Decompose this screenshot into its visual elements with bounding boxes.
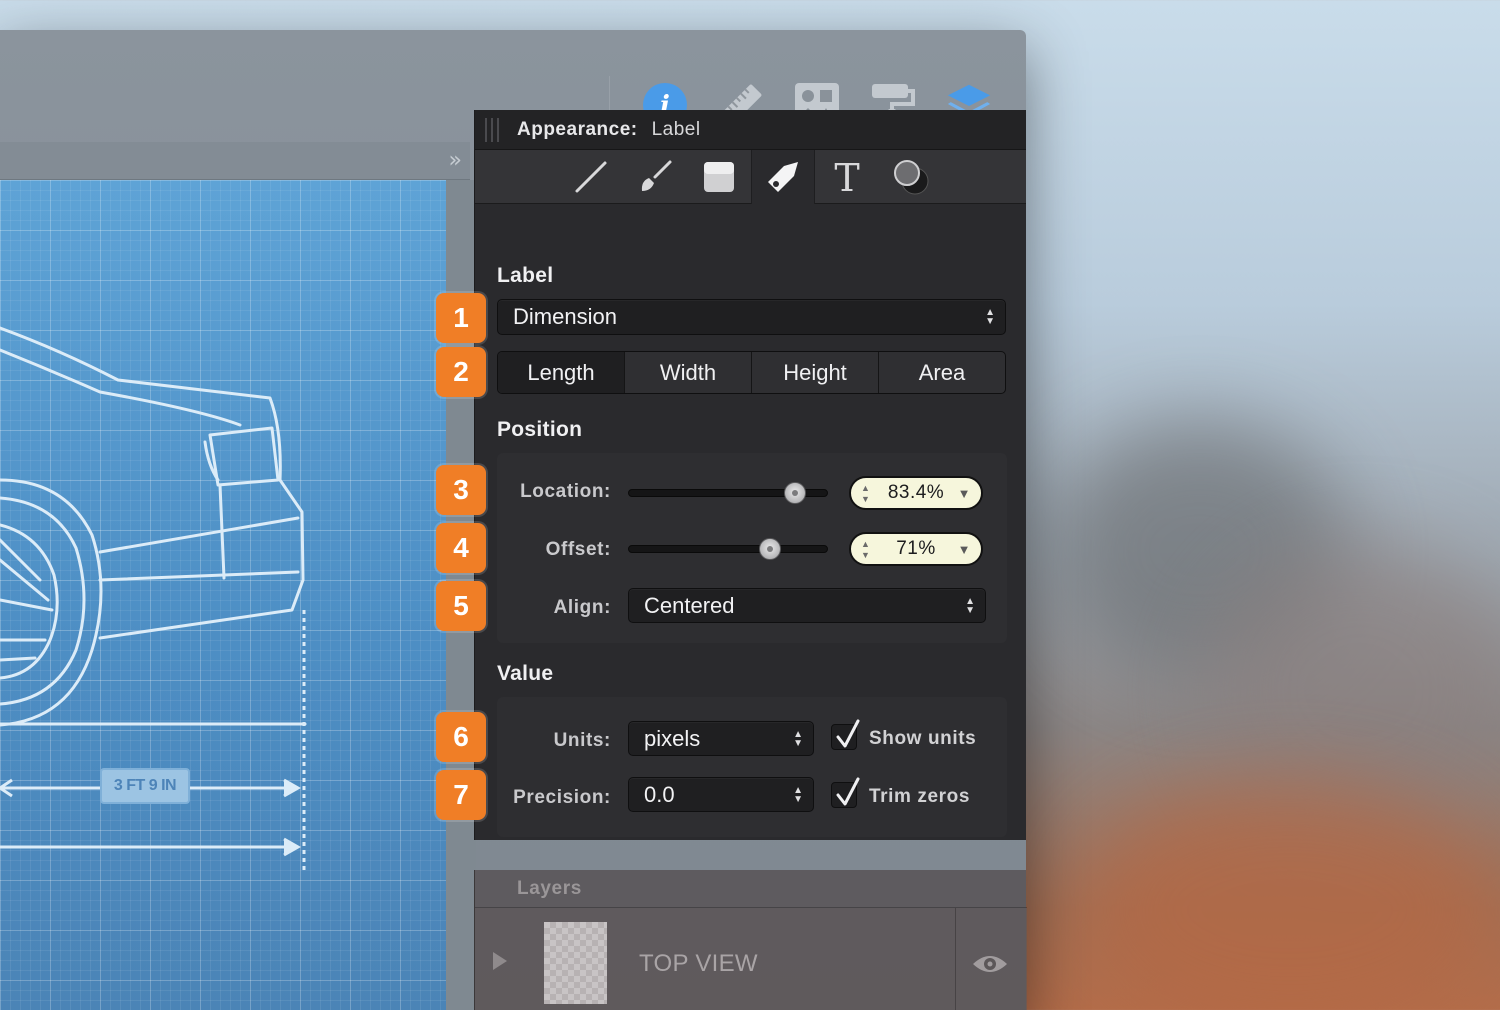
segment-length[interactable]: Length	[498, 352, 625, 393]
stepper-dropdown-icon[interactable]: ▼	[958, 486, 971, 501]
location-stepper[interactable]: ▲ ▼ 83.4% ▼	[849, 476, 983, 510]
trim-zeros-checkbox[interactable]	[831, 777, 860, 808]
callout-badge: 6	[436, 712, 486, 762]
segment-height[interactable]: Height	[752, 352, 879, 393]
location-value: 83.4%	[887, 482, 945, 503]
select-arrows-icon: ▲ ▼	[965, 595, 975, 616]
position-section-title: Position	[497, 418, 583, 441]
align-value: Centered	[644, 592, 735, 618]
precision-value: 0.0	[644, 781, 675, 807]
callout-badge: 7	[436, 770, 486, 820]
segment-width[interactable]: Width	[625, 352, 752, 393]
select-arrows-icon: ▲ ▼	[793, 728, 803, 749]
select-arrows-icon: ▲ ▼	[985, 307, 995, 327]
brush-tool-icon[interactable]	[623, 150, 687, 204]
panel-header: Appearance: Label	[475, 110, 1026, 150]
panel-title: Appearance:	[517, 118, 638, 140]
stepper-dropdown-icon[interactable]: ▼	[958, 542, 971, 557]
units-value: pixels	[644, 725, 701, 751]
label-type-select[interactable]: Dimension ▲ ▼	[497, 299, 1006, 335]
dimension-label[interactable]: 3 FT 9 IN	[100, 768, 190, 804]
collapse-chevron-icon[interactable]: »	[449, 148, 462, 173]
panel-subtitle: Label	[651, 118, 701, 140]
precision-label: Precision:	[513, 787, 611, 808]
label-tag-icon[interactable]	[750, 149, 815, 204]
show-units-checkbox[interactable]	[831, 719, 860, 750]
trim-zeros-label[interactable]: Trim zeros	[869, 786, 970, 808]
callout-badge: 5	[436, 581, 486, 631]
layer-thumbnail	[544, 922, 607, 1004]
drawing-canvas[interactable]: 3 FT 9 IN	[0, 180, 446, 1010]
svg-text:T: T	[834, 159, 859, 195]
location-label: Location:	[520, 481, 611, 502]
text-tool-icon[interactable]: T	[815, 150, 879, 204]
callout-badge: 4	[436, 523, 486, 573]
stepper-arrows-icon[interactable]: ▲ ▼	[861, 483, 870, 505]
shadow-tool-icon[interactable]	[879, 150, 943, 204]
canvas-header: »	[0, 142, 470, 180]
offset-value: 71%	[896, 538, 936, 559]
value-group	[497, 697, 1007, 837]
units-select[interactable]: pixels ▲ ▼	[628, 721, 814, 756]
divider	[955, 908, 956, 1010]
offset-stepper[interactable]: ▲ ▼ 71% ▼	[849, 532, 983, 566]
layer-name[interactable]: TOP VIEW	[639, 950, 758, 978]
line-tool-icon[interactable]	[559, 150, 623, 204]
layer-row[interactable]: TOP VIEW	[475, 908, 1027, 1010]
align-label: Align:	[553, 597, 611, 618]
callout-badge: 2	[436, 347, 486, 397]
label-type-value: Dimension	[513, 304, 617, 329]
layers-panel: Layers TOP VIEW	[474, 870, 1027, 1010]
offset-slider-track[interactable]	[628, 545, 828, 553]
callout-badge: 1	[436, 293, 486, 343]
segment-area[interactable]: Area	[879, 352, 1005, 393]
label-section-title: Label	[497, 264, 554, 287]
align-select[interactable]: Centered ▲ ▼	[628, 588, 986, 623]
drag-grip-icon[interactable]	[485, 118, 505, 142]
fill-tool-icon[interactable]	[687, 150, 751, 204]
dimension-segmented-control: Length Width Height Area	[497, 351, 1006, 394]
callout-badge: 3	[436, 465, 486, 515]
value-section-title: Value	[497, 662, 554, 685]
show-units-label[interactable]: Show units	[869, 728, 976, 750]
units-label: Units:	[553, 730, 611, 751]
select-arrows-icon: ▲ ▼	[793, 784, 803, 805]
disclosure-triangle-icon[interactable]	[493, 952, 507, 970]
appearance-tool-tabs: T	[475, 149, 1026, 204]
checkmark-icon	[836, 719, 860, 748]
appearance-inspector: Appearance: Label T Label Dimension ▲ ▼ L…	[474, 110, 1026, 840]
checkmark-icon	[836, 777, 860, 806]
location-slider-knob[interactable]	[783, 482, 806, 504]
precision-select[interactable]: 0.0 ▲ ▼	[628, 777, 814, 812]
layers-title: Layers	[517, 878, 582, 899]
eye-icon[interactable]	[971, 952, 1009, 976]
offset-slider-knob[interactable]	[759, 538, 781, 560]
car-blueprint-drawing	[0, 326, 307, 870]
stepper-arrows-icon[interactable]: ▲ ▼	[861, 539, 870, 561]
offset-label: Offset:	[545, 539, 611, 560]
